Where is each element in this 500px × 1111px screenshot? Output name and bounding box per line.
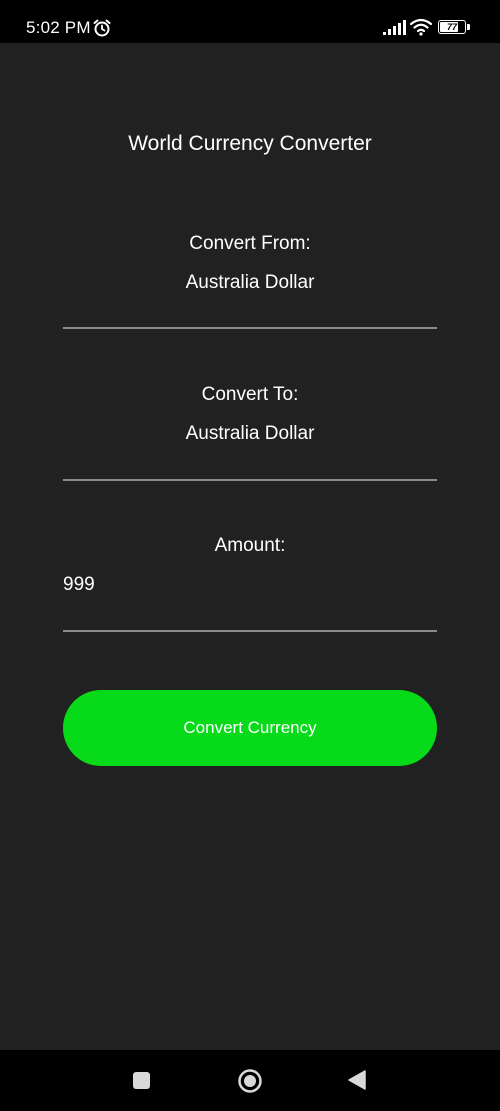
alarm-icon bbox=[93, 19, 111, 37]
convert-from-spinner[interactable]: Australia Dollar bbox=[0, 270, 500, 296]
convert-to-spinner[interactable]: Australia Dollar bbox=[0, 421, 500, 447]
page-title: World Currency Converter bbox=[128, 132, 372, 155]
convert-from-label: Convert From: bbox=[189, 233, 311, 254]
recents-icon[interactable] bbox=[133, 1072, 150, 1089]
home-icon[interactable] bbox=[237, 1068, 263, 1094]
convert-to-divider bbox=[63, 479, 437, 481]
amount-label: Amount: bbox=[214, 535, 286, 556]
convert-to-label: Convert To: bbox=[201, 384, 299, 405]
navigation-bar bbox=[0, 1050, 500, 1111]
screen: 5:02 PM 77 World Currency Converter Conv… bbox=[0, 0, 500, 1111]
convert-currency-button[interactable]: Convert Currency bbox=[63, 690, 437, 766]
status-bar: 5:02 PM 77 bbox=[0, 0, 500, 43]
battery-level: 77 bbox=[446, 22, 457, 32]
amount-input[interactable] bbox=[63, 570, 437, 600]
amount-underline bbox=[63, 630, 437, 632]
wifi-icon bbox=[410, 18, 432, 36]
back-icon[interactable] bbox=[347, 1069, 367, 1091]
app-content: World Currency Converter Convert From: A… bbox=[0, 43, 500, 1050]
signal-icon bbox=[383, 20, 406, 35]
convert-from-divider bbox=[63, 327, 437, 329]
battery-icon: 77 bbox=[438, 20, 472, 36]
status-time: 5:02 PM bbox=[26, 18, 91, 37]
battery-tip bbox=[467, 24, 470, 30]
